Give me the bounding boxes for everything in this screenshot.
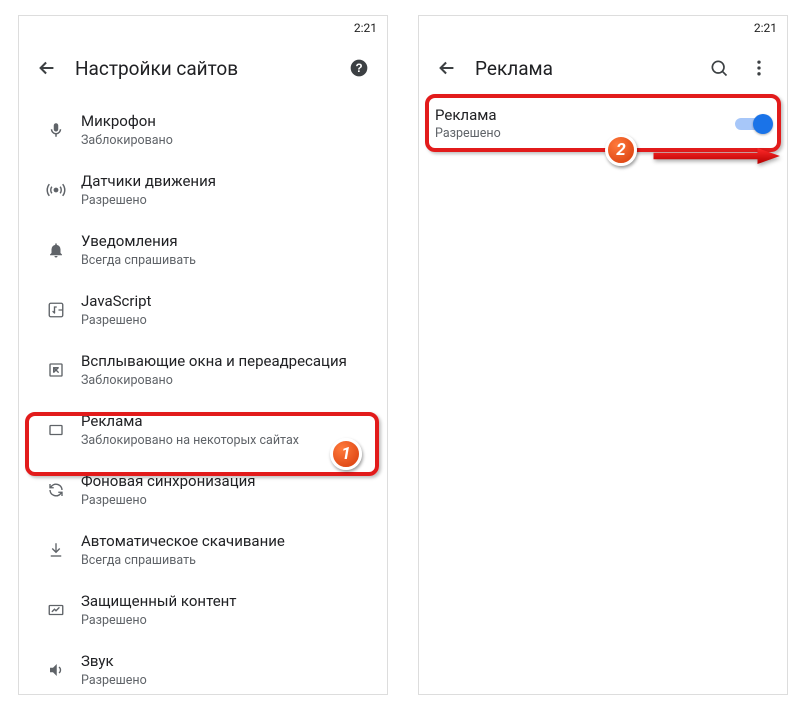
annotation-badge-1: 1 [330,438,362,470]
row-label: JavaScript [81,291,375,311]
search-icon [709,58,729,78]
row-sublabel: Разрешено [81,613,375,629]
row-javascript[interactable]: JavaScript Разрешено [19,280,387,340]
ads-switch[interactable] [735,114,771,134]
row-popups[interactable]: Всплывающие окна и переадресация Заблоки… [19,340,387,400]
row-motion-sensors[interactable]: Датчики движения Разрешено [19,160,387,220]
appbar: Настройки сайтов ? [19,40,387,96]
popup-icon [31,361,81,379]
screen-ads-detail: 2:21 Реклама Реклама Разрешено [418,15,788,695]
row-sublabel: Разрешено [81,313,375,329]
row-label: Автоматическое скачивание [81,531,375,551]
row-background-sync[interactable]: Фоновая синхронизация Разрешено [19,460,387,520]
svg-text:?: ? [355,62,362,75]
settings-list: Микрофон Заблокировано Датчики движения … [19,96,387,695]
row-label: Датчики движения [81,171,375,191]
toggle-label: Реклама [435,106,735,124]
row-sublabel: Разрешено [81,493,375,509]
arrow-back-icon [36,57,58,79]
row-sublabel: Заблокировано [81,133,375,149]
row-label: Фоновая синхронизация [81,471,375,491]
row-label: Защищенный контент [81,591,375,611]
back-button[interactable] [27,48,67,88]
row-label: Звук [81,651,375,671]
ads-toggle-row[interactable]: Реклама Разрешено [419,96,787,151]
protected-icon [31,601,81,619]
sync-icon [31,481,81,499]
page-title: Реклама [467,57,699,80]
row-sublabel: Всегда спрашивать [81,553,375,569]
toggle-sublabel: Разрешено [435,126,735,141]
row-label: Микрофон [81,111,375,131]
row-label: Уведомления [81,231,375,251]
row-label: Реклама [81,411,375,431]
row-sublabel: Заблокировано [81,373,375,389]
search-button[interactable] [699,48,739,88]
bell-icon [31,241,81,259]
download-icon [31,541,81,559]
annotation-badge-2: 2 [605,134,637,166]
ads-icon [31,421,81,439]
back-button[interactable] [427,48,467,88]
help-icon: ? [349,58,369,78]
switch-thumb [753,114,773,134]
js-icon [31,301,81,319]
arrow-back-icon [436,57,458,79]
page-title: Настройки сайтов [67,57,339,80]
row-sublabel: Разрешено [81,193,375,209]
statusbar: 2:21 [419,16,787,40]
row-sound[interactable]: Звук Разрешено [19,640,387,695]
statusbar: 2:21 [19,16,387,40]
row-label: Всплывающие окна и переадресация [81,351,375,371]
row-auto-download[interactable]: Автоматическое скачивание Всегда спрашив… [19,520,387,580]
row-sublabel: Всегда спрашивать [81,253,375,269]
row-protected-content[interactable]: Защищенный контент Разрешено [19,580,387,640]
sensors-icon [31,180,81,200]
more-vert-icon [749,58,769,78]
help-button[interactable]: ? [339,48,379,88]
appbar: Реклама [419,40,787,96]
row-sublabel: Разрешено [81,673,375,689]
row-notifications[interactable]: Уведомления Всегда спрашивать [19,220,387,280]
sound-icon [31,661,81,679]
screen-site-settings: 2:21 Настройки сайтов ? Микрофон Заблоки… [18,15,388,695]
overflow-button[interactable] [739,48,779,88]
mic-icon [31,121,81,139]
row-microphone[interactable]: Микрофон Заблокировано [19,100,387,160]
status-time: 2:21 [754,21,777,35]
status-time: 2:21 [354,21,377,35]
